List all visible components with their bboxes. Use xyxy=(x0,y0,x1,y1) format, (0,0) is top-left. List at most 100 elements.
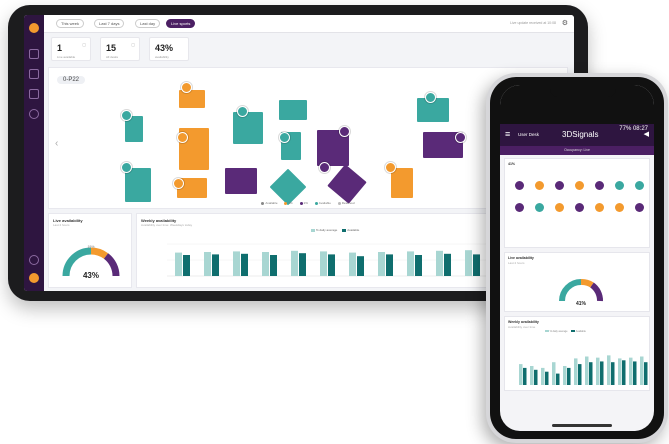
chart-icon[interactable] xyxy=(29,89,39,99)
menu-icon[interactable]: ≡ xyxy=(505,129,510,139)
desk-status-icon[interactable] xyxy=(535,203,544,212)
bar xyxy=(563,366,567,385)
bar xyxy=(270,255,277,276)
room-teal[interactable] xyxy=(233,112,263,144)
home-indicator xyxy=(552,424,612,427)
tab-live[interactable]: Live sports xyxy=(166,19,196,28)
bar xyxy=(233,251,240,276)
bar xyxy=(291,250,298,276)
bar xyxy=(436,250,443,276)
bar xyxy=(299,253,306,276)
bar xyxy=(611,362,615,385)
tab-last-day[interactable]: Last day xyxy=(135,19,161,28)
stat-card-availability: 43% availability xyxy=(149,37,189,61)
gear-icon[interactable]: ⚙ xyxy=(562,19,568,27)
desk-pin[interactable] xyxy=(177,132,188,143)
bar xyxy=(241,253,248,276)
room-orange[interactable] xyxy=(179,90,205,108)
room-purple[interactable] xyxy=(327,164,367,204)
app-name: User Desk xyxy=(518,132,540,137)
desk-status-icon[interactable] xyxy=(515,203,524,212)
tab-this-week[interactable]: This week xyxy=(56,19,85,28)
desk-pin[interactable] xyxy=(319,162,330,173)
stat-card-desks: 15 All desks ▢ xyxy=(100,37,140,61)
desk-status-icon[interactable] xyxy=(635,203,644,212)
desk-status-icon[interactable] xyxy=(595,203,604,212)
desk-pin[interactable] xyxy=(121,162,132,173)
desk-pin[interactable] xyxy=(279,132,290,143)
desk-status-icon[interactable] xyxy=(515,181,524,190)
stat-value: 1 xyxy=(57,43,63,53)
desk-pin[interactable] xyxy=(339,126,350,137)
bar xyxy=(633,361,637,385)
stat-card-live: 1 Live available ▢ xyxy=(51,37,91,61)
stat-value: 15 xyxy=(106,43,117,53)
desk-status-icon[interactable] xyxy=(615,203,624,212)
desk-pin[interactable] xyxy=(455,132,466,143)
desk-pin[interactable] xyxy=(385,162,396,173)
phone-bar-chart xyxy=(519,355,648,385)
bar xyxy=(556,373,560,385)
phone-gauge: 41% xyxy=(559,279,603,307)
room-orange[interactable] xyxy=(391,168,413,198)
desk-status-icon[interactable] xyxy=(555,181,564,190)
phone-weekly-card: Weekly availability Availability over ti… xyxy=(504,316,650,391)
desk-pin[interactable] xyxy=(237,106,248,117)
desk-pin[interactable] xyxy=(181,82,192,93)
desk-status-icon[interactable] xyxy=(555,203,564,212)
user-avatar[interactable] xyxy=(29,273,39,283)
legend-item: 1% xyxy=(284,201,293,205)
availability-gauge: 43% 19% xyxy=(62,245,120,280)
bar xyxy=(378,252,385,276)
stat-value: 41% xyxy=(508,162,516,166)
phone-notch xyxy=(550,85,616,97)
bar xyxy=(357,256,364,276)
live-availability-card: Live availability Last 2 hours 43% 19% xyxy=(48,213,132,288)
bar xyxy=(183,255,190,276)
desk-status-icon[interactable] xyxy=(635,181,644,190)
status-text: 77% 08:27 xyxy=(619,126,648,132)
card-title: Live availability xyxy=(508,256,534,260)
bar xyxy=(519,364,523,385)
bar xyxy=(574,358,578,385)
floor-selector[interactable]: 0-P22 xyxy=(57,76,86,84)
chevron-left-icon[interactable]: ‹ xyxy=(55,138,58,149)
stat-label: availability xyxy=(155,55,169,59)
desk-pin[interactable] xyxy=(121,110,132,121)
bar xyxy=(552,362,556,385)
desk-pin[interactable] xyxy=(173,178,184,189)
bar xyxy=(407,251,414,276)
document-icon[interactable] xyxy=(29,69,39,79)
desk-pin[interactable] xyxy=(425,92,436,103)
phone-device: 77% 08:27 ≡ User Desk 3DSignals ◀ Occupa… xyxy=(486,73,668,443)
room-purple[interactable] xyxy=(225,168,257,194)
phone-screen: 77% 08:27 ≡ User Desk 3DSignals ◀ Occupa… xyxy=(500,85,654,431)
bar xyxy=(578,364,582,385)
desk-status-icon[interactable] xyxy=(615,181,624,190)
sub-bar[interactable]: Occupancy: Live xyxy=(500,146,654,155)
room-teal[interactable] xyxy=(279,100,307,120)
gauge-top-label: 19% xyxy=(87,245,94,249)
gauge-value: 41% xyxy=(576,301,587,307)
desk-status-icon[interactable] xyxy=(575,181,584,190)
desk-status-icon[interactable] xyxy=(535,181,544,190)
card-subtitle: Last 2 hours xyxy=(53,223,70,227)
bar xyxy=(204,252,211,276)
bar xyxy=(607,355,611,385)
logo-icon xyxy=(29,23,39,33)
phone-live-card: Live availability Last 2 hours 41% xyxy=(504,252,650,312)
room-teal[interactable] xyxy=(125,168,151,202)
bar xyxy=(567,367,571,385)
settings-icon[interactable] xyxy=(29,109,39,119)
stat-value: 43% xyxy=(155,43,174,53)
desk-status-icon[interactable] xyxy=(595,181,604,190)
home-icon[interactable] xyxy=(29,49,39,59)
bar xyxy=(530,366,534,385)
room-teal[interactable] xyxy=(269,168,307,206)
desk-status-icon[interactable] xyxy=(575,203,584,212)
bar xyxy=(349,252,356,276)
tab-last-7-days[interactable]: Last 7 days xyxy=(94,19,125,28)
bar xyxy=(596,357,600,385)
help-icon[interactable] xyxy=(29,255,39,265)
bar xyxy=(545,371,549,385)
